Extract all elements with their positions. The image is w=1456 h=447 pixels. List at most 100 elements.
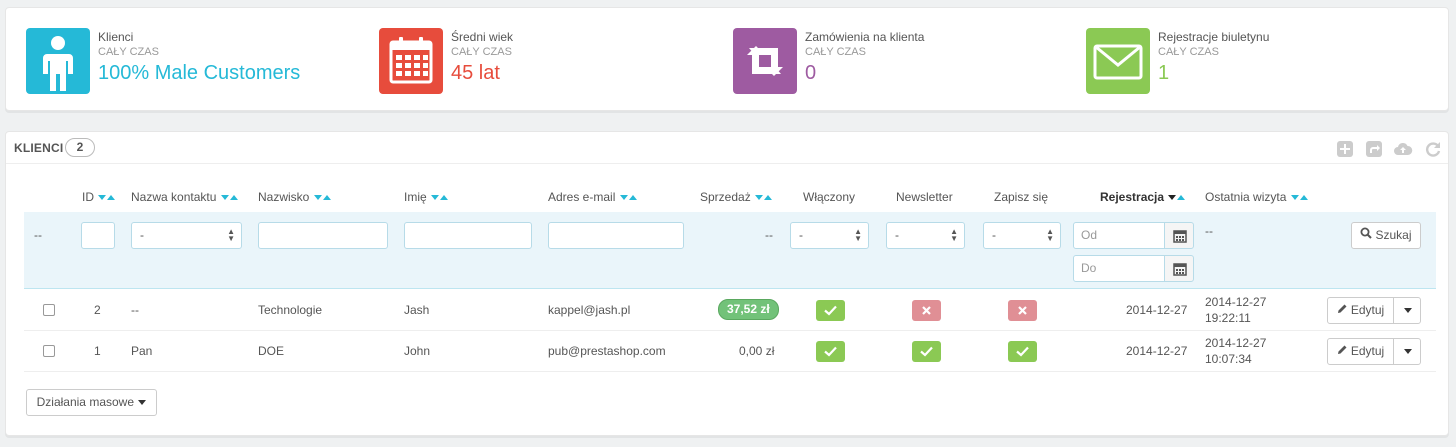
table-row[interactable]: 1 Pan DOE John pub@prestashop.com 0,00 z… [24, 331, 1436, 372]
select-arrows-icon: ▲ ▼ [227, 227, 235, 243]
sort-desc-icon[interactable] [1168, 195, 1177, 201]
col-last-visit-header[interactable]: Ostatnia wizyta [1205, 190, 1308, 204]
calendar-icon[interactable] [1164, 255, 1194, 282]
bulk-actions-label: Działania masowe [36, 395, 135, 409]
search-icon [1360, 223, 1373, 248]
chevron-down-icon [1403, 349, 1412, 355]
select-value: - [895, 228, 899, 242]
cell-registration: 2014-12-27 [1126, 303, 1188, 317]
cloud-upload-icon[interactable] [1393, 140, 1413, 158]
cell-contact: Pan [131, 344, 153, 358]
pencil-icon [1337, 339, 1348, 364]
sort-desc-icon[interactable] [98, 195, 107, 201]
sort-asc-icon[interactable] [107, 195, 116, 201]
select-value: - [992, 228, 996, 242]
col-label: ID [82, 190, 94, 204]
col-label: Ostatnia wizyta [1205, 190, 1287, 204]
bulk-actions-button[interactable]: Działania masowe [26, 389, 157, 416]
edit-button[interactable]: Edytuj [1327, 338, 1394, 365]
filter-contact-select[interactable]: - ▲ ▼ [131, 222, 242, 249]
cell-firstname: Jash [404, 303, 430, 317]
calendar-icon[interactable] [1164, 222, 1194, 249]
sort-asc-icon[interactable] [322, 195, 331, 201]
customers-panel: KLIENCI 2 ID Nazwa kontaktu Nazwisko Imi… [5, 131, 1449, 436]
refresh-icon[interactable] [1424, 140, 1442, 158]
customer-count-badge: 2 [65, 138, 95, 157]
sort-desc-icon[interactable] [1290, 195, 1299, 201]
enabled-check-icon[interactable] [816, 341, 845, 362]
add-new-icon[interactable] [1336, 140, 1354, 158]
row-checkbox[interactable] [43, 304, 55, 316]
kpi-subtitle: CAŁY CZAS [98, 46, 159, 58]
kpi-customers[interactable]: Klienci CAŁY CZAS 100% Male Customers [26, 28, 346, 96]
export-share-icon[interactable] [1365, 140, 1383, 158]
col-newsletter-header: Newsletter [896, 190, 953, 204]
filter-newsletter-select[interactable]: - ▲ ▼ [886, 222, 965, 249]
col-label: Sprzedaż [700, 190, 751, 204]
kpi-title: Średni wiek [451, 30, 514, 44]
filter-date-from-input[interactable]: Od [1073, 222, 1165, 249]
cell-registration: 2014-12-27 [1126, 344, 1188, 358]
filter-lastname-input[interactable] [258, 222, 388, 249]
col-sales-header[interactable]: Sprzedaż [700, 190, 773, 204]
sort-asc-icon[interactable] [1299, 195, 1308, 201]
filter-date-to-input[interactable]: Do [1073, 255, 1165, 282]
sort-desc-icon[interactable] [431, 195, 440, 201]
row-actions-dropdown[interactable] [1393, 338, 1421, 365]
col-lastname-header[interactable]: Nazwisko [258, 190, 331, 204]
enabled-check-icon[interactable] [816, 300, 845, 321]
cell-last-visit-time: 19:22:11 [1205, 311, 1251, 325]
sort-asc-icon[interactable] [628, 195, 637, 201]
kpi-average-age[interactable]: Średni wiek CAŁY CZAS 45 lat [379, 28, 579, 96]
cell-sales: 0,00 zł [739, 344, 775, 358]
kpi-orders-per-customer[interactable]: Zamówienia na klienta CAŁY CZAS 0 [733, 28, 973, 96]
col-label: Imię [404, 190, 427, 204]
newsletter-cross-icon[interactable] [912, 300, 941, 321]
sort-asc-icon[interactable] [764, 195, 773, 201]
cell-last-visit-date: 2014-12-27 [1205, 336, 1267, 350]
col-firstname-header[interactable]: Imię [404, 190, 449, 204]
col-contact-header[interactable]: Nazwa kontaktu [131, 190, 238, 204]
sort-desc-icon[interactable] [313, 195, 322, 201]
col-optin-header: Zapisz się [994, 190, 1049, 204]
filter-firstname-input[interactable] [404, 222, 532, 249]
filter-optin-select[interactable]: - ▲ ▼ [983, 222, 1061, 249]
calendar-icon [379, 28, 443, 94]
col-enabled-header: Włączony [803, 190, 856, 204]
kpi-value: 100% Male Customers [98, 62, 301, 84]
sort-desc-icon[interactable] [755, 195, 764, 201]
chevron-down-icon [138, 400, 147, 406]
kpi-subtitle: CAŁY CZAS [1158, 46, 1219, 58]
sort-desc-icon[interactable] [619, 195, 628, 201]
cell-contact: -- [131, 303, 139, 317]
select-arrows-icon: ▲ ▼ [1046, 227, 1054, 243]
kpi-newsletter-registrations[interactable]: Rejestracje biuletynu CAŁY CZAS 1 [1086, 28, 1326, 96]
sort-asc-icon[interactable] [440, 195, 449, 201]
newsletter-check-icon[interactable] [912, 341, 941, 362]
optin-cross-icon[interactable] [1008, 300, 1037, 321]
col-registration-header[interactable]: Rejestracja [1100, 190, 1186, 204]
table-row[interactable]: 2 -- Technologie Jash kappel@jash.pl 37,… [24, 290, 1436, 331]
row-actions-dropdown[interactable] [1393, 297, 1421, 324]
cell-id: 1 [94, 344, 101, 358]
filter-enabled-select[interactable]: - ▲ ▼ [790, 222, 869, 249]
search-button[interactable]: Szukaj [1351, 222, 1421, 249]
pencil-icon [1337, 298, 1348, 323]
row-checkbox[interactable] [43, 345, 55, 357]
kpi-value: 45 lat [451, 62, 500, 84]
col-email-header[interactable]: Adres e-mail [548, 190, 637, 204]
kpi-subtitle: CAŁY CZAS [805, 46, 866, 58]
sort-desc-icon[interactable] [220, 195, 229, 201]
filter-id-input[interactable] [81, 222, 115, 249]
optin-check-icon[interactable] [1008, 341, 1037, 362]
filter-email-input[interactable] [548, 222, 684, 249]
col-label: Rejestracja [1100, 190, 1165, 204]
retweet-icon [733, 28, 797, 94]
sort-asc-icon[interactable] [1177, 195, 1186, 201]
filter-last-visit-dash: -- [1205, 224, 1213, 238]
panel-heading: KLIENCI 2 [6, 132, 1448, 164]
filter-dash: -- [34, 228, 42, 242]
edit-button[interactable]: Edytuj [1327, 297, 1394, 324]
col-id-header[interactable]: ID [82, 190, 116, 204]
sort-asc-icon[interactable] [229, 195, 238, 201]
